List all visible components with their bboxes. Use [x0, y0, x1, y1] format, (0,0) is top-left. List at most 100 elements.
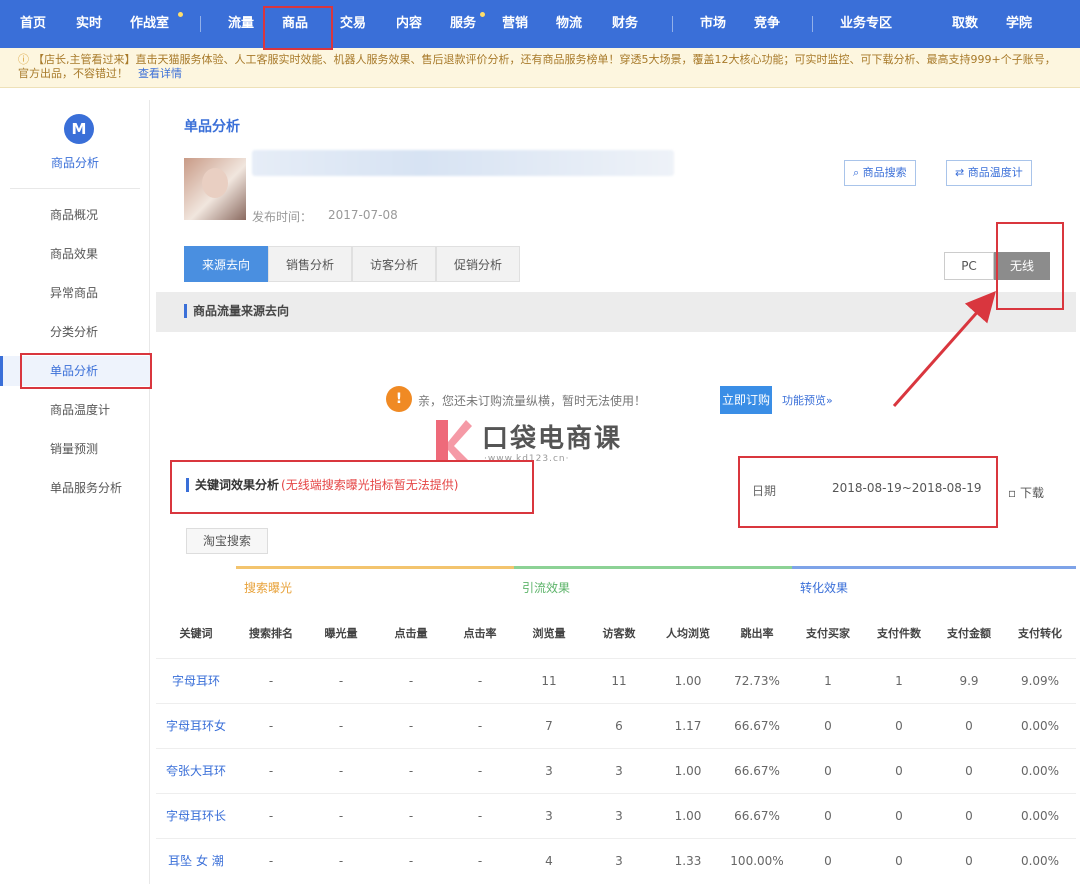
col-exposure-cell: -: [338, 809, 344, 823]
col-visitors-cell: 3: [615, 854, 623, 868]
product-thermometer-label: 商品温度计: [967, 166, 1023, 179]
col-buyers-cell: 0: [824, 854, 832, 868]
tab-visitors[interactable]: 访客分析: [352, 246, 436, 282]
col-search-rank-cell: -: [268, 764, 274, 778]
col-amount-header[interactable]: 支付金额: [934, 614, 1004, 654]
product-thermometer-button[interactable]: ⇄ 商品温度计: [946, 160, 1032, 186]
pc-toggle[interactable]: PC: [944, 252, 994, 280]
sidebar-item-abnormal[interactable]: 异常商品: [0, 278, 150, 308]
col-bounce-header[interactable]: 跳出率: [722, 614, 792, 654]
product-analysis-logo-icon: M: [64, 114, 94, 144]
tab-sales[interactable]: 销售分析: [268, 246, 352, 282]
col-buyers-header[interactable]: 支付买家: [792, 614, 864, 654]
nav-business-zone[interactable]: 业务专区: [840, 0, 892, 48]
feature-preview-link[interactable]: 功能预览»: [782, 392, 833, 408]
keyword-link[interactable]: 夸张大耳环: [156, 749, 236, 794]
col-ctr-header[interactable]: 点击率: [446, 614, 514, 654]
col-ctr-cell: -: [477, 674, 483, 688]
tab-source[interactable]: 来源去向: [184, 246, 268, 282]
col-clicks-header[interactable]: 点击量: [376, 614, 446, 654]
col-bounce-cell: 100.00%: [730, 854, 784, 868]
nav-content[interactable]: 内容: [396, 0, 422, 48]
col-buyers-cell: 0: [824, 764, 832, 778]
col-exposure-header[interactable]: 曝光量: [306, 614, 376, 654]
nav-market[interactable]: 市场: [700, 0, 726, 48]
sidebar-item-forecast[interactable]: 销量预测: [0, 434, 150, 464]
taobao-search-button[interactable]: 淘宝搜索: [186, 528, 268, 554]
keyword-link[interactable]: 字母耳环长: [156, 794, 236, 839]
col-items-cell: 0: [895, 854, 903, 868]
col-exposure-cell: -: [338, 764, 344, 778]
publish-label: 发布时间：: [252, 210, 313, 224]
col-items-cell: 1: [895, 674, 903, 688]
col-items-cell: 0: [895, 809, 903, 823]
nav-realtime[interactable]: 实时: [76, 0, 102, 48]
table-row: 夸张大耳环 - - - - 3 3 1.00 66.67% 0 0 0 0.00%: [156, 748, 1076, 793]
nav-logistics[interactable]: 物流: [556, 0, 582, 48]
group-search-exposure: 搜索曝光: [236, 566, 514, 604]
nav-fetch-data[interactable]: 取数: [952, 0, 978, 48]
col-conversion-header[interactable]: 支付转化: [1004, 614, 1076, 654]
sidebar-item-effect[interactable]: 商品效果: [0, 239, 150, 269]
keyword-link[interactable]: 字母耳环: [156, 659, 236, 704]
col-pageviews-header[interactable]: 浏览量: [514, 614, 584, 654]
keyword-link[interactable]: 字母耳环女: [156, 704, 236, 749]
col-search-rank-header[interactable]: 搜索排名: [236, 614, 306, 654]
product-thumbnail[interactable]: [184, 158, 246, 220]
col-visitors-header[interactable]: 访客数: [584, 614, 654, 654]
download-icon: ▫: [1008, 486, 1017, 500]
sidebar-item-overview[interactable]: 商品概况: [0, 200, 150, 230]
col-avg-views-cell: 1.00: [674, 809, 702, 823]
keyword-link[interactable]: 耳坠 女 潮: [156, 839, 236, 884]
sidebar: M 商品分析 商品概况 商品效果 异常商品 分类分析 单品分析 商品温度计 销量…: [0, 100, 150, 884]
col-bounce-cell: 66.67%: [734, 809, 780, 823]
col-search-rank-cell: -: [268, 809, 274, 823]
sidebar-item-thermometer[interactable]: 商品温度计: [0, 395, 150, 425]
product-title-blurred: [252, 150, 674, 176]
product-search-label: 商品搜索: [862, 166, 907, 179]
col-search-rank-cell: -: [268, 719, 274, 733]
col-conversion-cell: 0.00%: [1020, 854, 1060, 868]
col-buyers-cell: 1: [824, 674, 832, 688]
subscribe-button[interactable]: 立即订购: [720, 386, 772, 414]
col-ctr-cell: -: [477, 809, 483, 823]
product-search-button[interactable]: ⌕ 商品搜索: [844, 160, 916, 186]
col-buyers-cell: 0: [824, 719, 832, 733]
nav-home[interactable]: 首页: [20, 0, 46, 48]
col-conversion-cell: 0.00%: [1020, 809, 1060, 823]
sidebar-item-service[interactable]: 单品服务分析: [0, 473, 150, 503]
col-avg-views-header[interactable]: 人均浏览: [654, 614, 722, 654]
publish-date: 2017-07-08: [328, 208, 398, 222]
sidebar-item-category[interactable]: 分类分析: [0, 317, 150, 347]
nav-separator: [200, 16, 201, 32]
tab-promotion[interactable]: 促销分析: [436, 246, 520, 282]
group-traffic-effect: 引流效果: [514, 566, 792, 604]
notice-bar: ⓘ 【店长,主管看过来】直击天猫服务体验、人工客服实时效能、机器人服务效果、售后退…: [0, 48, 1080, 88]
col-clicks-cell: -: [408, 719, 414, 733]
nav-separator: [812, 16, 813, 32]
col-exposure-cell: -: [338, 719, 344, 733]
table-row: 字母耳环女 - - - - 7 6 1.17 66.67% 0 0 0 0.00%: [156, 703, 1076, 748]
download-button[interactable]: ▫ 下载: [1008, 484, 1044, 501]
col-exposure-cell: -: [338, 674, 344, 688]
nav-academy[interactable]: 学院: [1006, 0, 1032, 48]
nav-war-room[interactable]: 作战室: [130, 0, 169, 48]
divider: [10, 188, 140, 189]
col-conversion-cell: 0.00%: [1020, 764, 1060, 778]
nav-traffic[interactable]: 流量: [228, 0, 254, 48]
sidebar-title: 商品分析: [50, 156, 99, 170]
nav-service[interactable]: 服务: [450, 0, 476, 48]
nav-compete[interactable]: 竞争: [754, 0, 780, 48]
warning-icon: !: [386, 386, 412, 412]
page-title: 单品分析: [184, 119, 240, 135]
notice-link[interactable]: 查看详情: [138, 67, 182, 80]
nav-marketing[interactable]: 营销: [502, 0, 528, 48]
info-icon: ⓘ: [18, 53, 29, 66]
col-conversion-cell: 9.09%: [1020, 674, 1060, 688]
col-bounce-cell: 66.67%: [734, 719, 780, 733]
col-ctr-cell: -: [477, 719, 483, 733]
nav-trade[interactable]: 交易: [340, 0, 366, 48]
table-row: 耳坠 女 潮 - - - - 4 3 1.33 100.00% 0 0 0 0.00%: [156, 838, 1076, 883]
col-items-header[interactable]: 支付件数: [864, 614, 934, 654]
nav-finance[interactable]: 财务: [612, 0, 638, 48]
